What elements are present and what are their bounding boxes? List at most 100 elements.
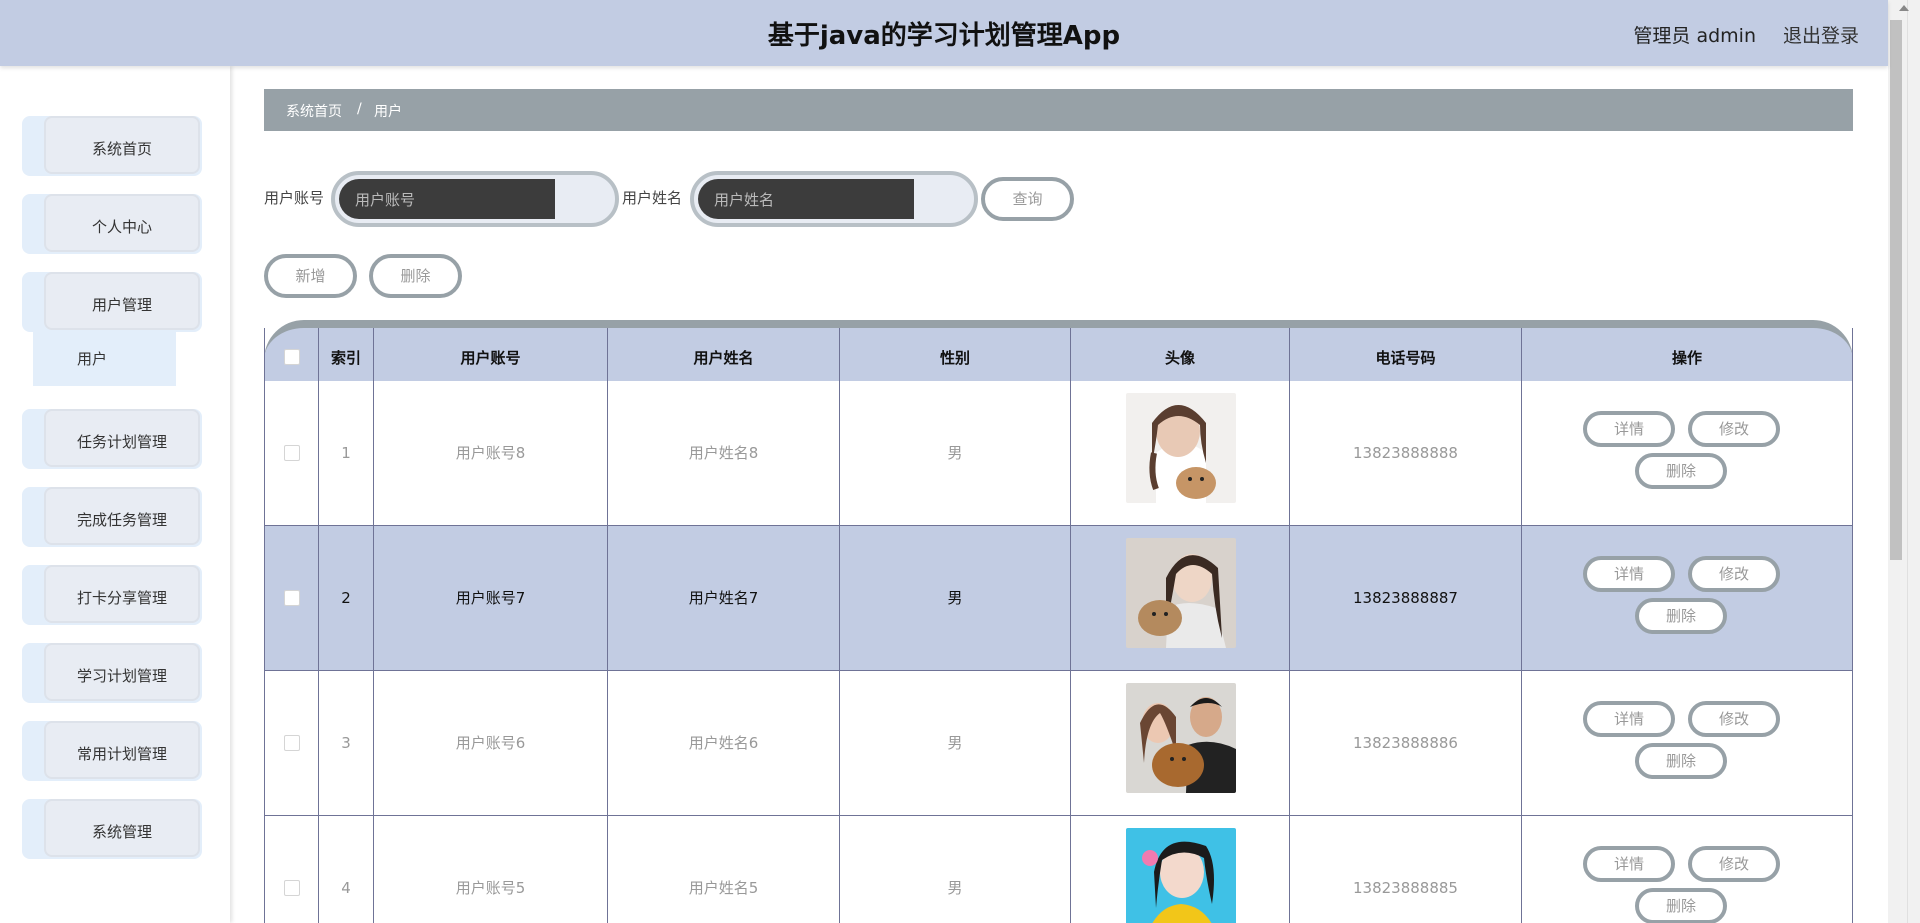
cell-index: 3 — [341, 734, 351, 752]
batch-delete-button[interactable]: 删除 — [369, 254, 462, 298]
cell-name: 用户姓名5 — [688, 879, 759, 897]
cell-index: 4 — [341, 879, 351, 897]
column-divider — [373, 328, 374, 923]
delete-button[interactable]: 删除 — [1635, 888, 1727, 923]
cell-index: 1 — [341, 444, 351, 462]
detail-button[interactable]: 详情 — [1583, 701, 1675, 737]
cell-phone: 13823888887 — [1353, 589, 1458, 607]
breadcrumb: 系统首页 / 用户 — [264, 89, 1853, 131]
cell-gender: 男 — [947, 734, 963, 752]
delete-button[interactable]: 删除 — [1635, 453, 1727, 489]
select-all-checkbox[interactable] — [284, 349, 300, 365]
cell-name: 用户姓名6 — [688, 734, 759, 752]
sidebar-item-system[interactable]: 系统管理 — [22, 799, 202, 859]
cell-phone: 13823888888 — [1353, 444, 1458, 462]
column-divider — [1521, 328, 1522, 923]
sidebar-subitem-label: 用户 — [77, 350, 108, 368]
cell-account: 用户账号8 — [455, 444, 526, 462]
cell-index: 2 — [341, 589, 351, 607]
edit-button[interactable]: 修改 — [1688, 411, 1780, 447]
avatar — [1126, 393, 1236, 503]
column-divider — [839, 328, 840, 923]
detail-button[interactable]: 详情 — [1583, 411, 1675, 447]
add-button[interactable]: 新增 — [264, 254, 357, 298]
cell-phone: 13823888885 — [1353, 879, 1458, 897]
detail-button[interactable]: 详情 — [1583, 846, 1675, 882]
avatar — [1126, 683, 1236, 793]
cell-gender: 男 — [947, 879, 963, 897]
sidebar-item-home[interactable]: 系统首页 — [22, 116, 202, 176]
query-button[interactable]: 查询 — [981, 177, 1074, 221]
cell-gender: 男 — [947, 444, 963, 462]
scrollbar-thumb[interactable] — [1890, 20, 1902, 560]
account-search-label: 用户账号 — [264, 189, 325, 207]
col-header-name: 用户姓名 — [693, 349, 754, 367]
edit-button[interactable]: 修改 — [1688, 556, 1780, 592]
cell-account: 用户账号5 — [455, 879, 526, 897]
logout-link[interactable]: 退出登录 — [1783, 21, 1859, 48]
col-header-phone: 电话号码 — [1375, 349, 1436, 367]
account-search-input[interactable]: 用户账号 — [331, 171, 619, 227]
sidebar-item-label: 打卡分享管理 — [76, 589, 167, 607]
sidebar-item-completed-tasks[interactable]: 完成任务管理 — [22, 487, 202, 547]
sidebar-item-study-plan[interactable]: 学习计划管理 — [22, 643, 202, 703]
col-header-avatar: 头像 — [1164, 349, 1195, 367]
sidebar-item-label: 系统管理 — [91, 823, 152, 841]
name-search-input[interactable]: 用户姓名 — [690, 171, 978, 227]
sidebar-item-label: 任务计划管理 — [76, 433, 167, 451]
sidebar-item-label: 完成任务管理 — [76, 511, 167, 529]
cell-account: 用户账号7 — [455, 589, 526, 607]
column-divider — [1289, 328, 1290, 923]
sidebar-item-label: 学习计划管理 — [76, 667, 167, 685]
sidebar-item-checkin-share[interactable]: 打卡分享管理 — [22, 565, 202, 625]
col-header-index: 索引 — [330, 349, 361, 367]
delete-button[interactable]: 删除 — [1635, 743, 1727, 779]
row-checkbox[interactable] — [284, 735, 300, 751]
row-checkbox[interactable] — [284, 590, 300, 606]
name-search-placeholder: 用户姓名 — [714, 191, 775, 209]
sidebar-item-label: 个人中心 — [91, 218, 152, 236]
sidebar-item-label: 常用计划管理 — [76, 745, 167, 763]
sidebar-item-user-management[interactable]: 用户管理 — [22, 272, 202, 332]
scroll-up-arrow-icon[interactable] — [1899, 5, 1909, 11]
breadcrumb-home[interactable]: 系统首页 — [286, 101, 342, 121]
name-search-label: 用户姓名 — [622, 189, 683, 207]
col-header-account: 用户账号 — [460, 349, 521, 367]
cell-account: 用户账号6 — [455, 734, 526, 752]
table-row: 4 用户账号5 用户姓名5 男 13823888885 详情 修改 删除 — [264, 816, 1853, 923]
sidebar: 系统首页 个人中心 用户管理 用户 任务计划管理 完成任务管理 打卡分享管理 学… — [0, 66, 230, 923]
delete-button[interactable]: 删除 — [1635, 598, 1727, 634]
cell-name: 用户姓名8 — [688, 444, 759, 462]
row-checkbox[interactable] — [284, 445, 300, 461]
row-checkbox[interactable] — [284, 880, 300, 896]
app-header: 基于java的学习计划管理App 管理员 admin 退出登录 — [0, 0, 1888, 66]
page-scrollbar[interactable] — [1888, 0, 1920, 923]
table-row-highlighted: 2 用户账号7 用户姓名7 男 13823888887 详情 修改 删除 — [264, 526, 1853, 671]
cell-name: 用户姓名7 — [688, 589, 759, 607]
edit-button[interactable]: 修改 — [1688, 701, 1780, 737]
scrollbar-track — [1907, 0, 1908, 923]
column-divider — [318, 328, 319, 923]
column-divider — [607, 328, 608, 923]
sidebar-subitem-users[interactable]: 用户 — [33, 332, 176, 386]
sidebar-item-label: 用户管理 — [91, 296, 152, 314]
edit-button[interactable]: 修改 — [1688, 846, 1780, 882]
table-header: 索引 用户账号 用户姓名 性别 头像 电话号码 操作 — [264, 320, 1853, 381]
sidebar-item-label: 系统首页 — [91, 140, 152, 158]
table-border — [264, 328, 265, 923]
detail-button[interactable]: 详情 — [1583, 556, 1675, 592]
user-table: 索引 用户账号 用户姓名 性别 头像 电话号码 操作 1 用户账号8 用户姓名8… — [264, 320, 1853, 923]
table-row: 3 用户账号6 用户姓名6 男 13823888886 详情 修改 删除 — [264, 671, 1853, 816]
col-header-actions: 操作 — [1671, 349, 1702, 367]
sidebar-item-profile[interactable]: 个人中心 — [22, 194, 202, 254]
account-search-placeholder: 用户账号 — [355, 191, 416, 209]
cell-phone: 13823888886 — [1353, 734, 1458, 752]
table-border — [1852, 328, 1853, 923]
sidebar-item-task-plan[interactable]: 任务计划管理 — [22, 409, 202, 469]
breadcrumb-current: 用户 — [374, 104, 402, 120]
column-divider — [1070, 328, 1071, 923]
table-row: 1 用户账号8 用户姓名8 男 13823888888 详情 修改 删除 — [264, 381, 1853, 526]
sidebar-item-common-plan[interactable]: 常用计划管理 — [22, 721, 202, 781]
cell-gender: 男 — [947, 589, 963, 607]
breadcrumb-separator: / — [357, 101, 362, 117]
